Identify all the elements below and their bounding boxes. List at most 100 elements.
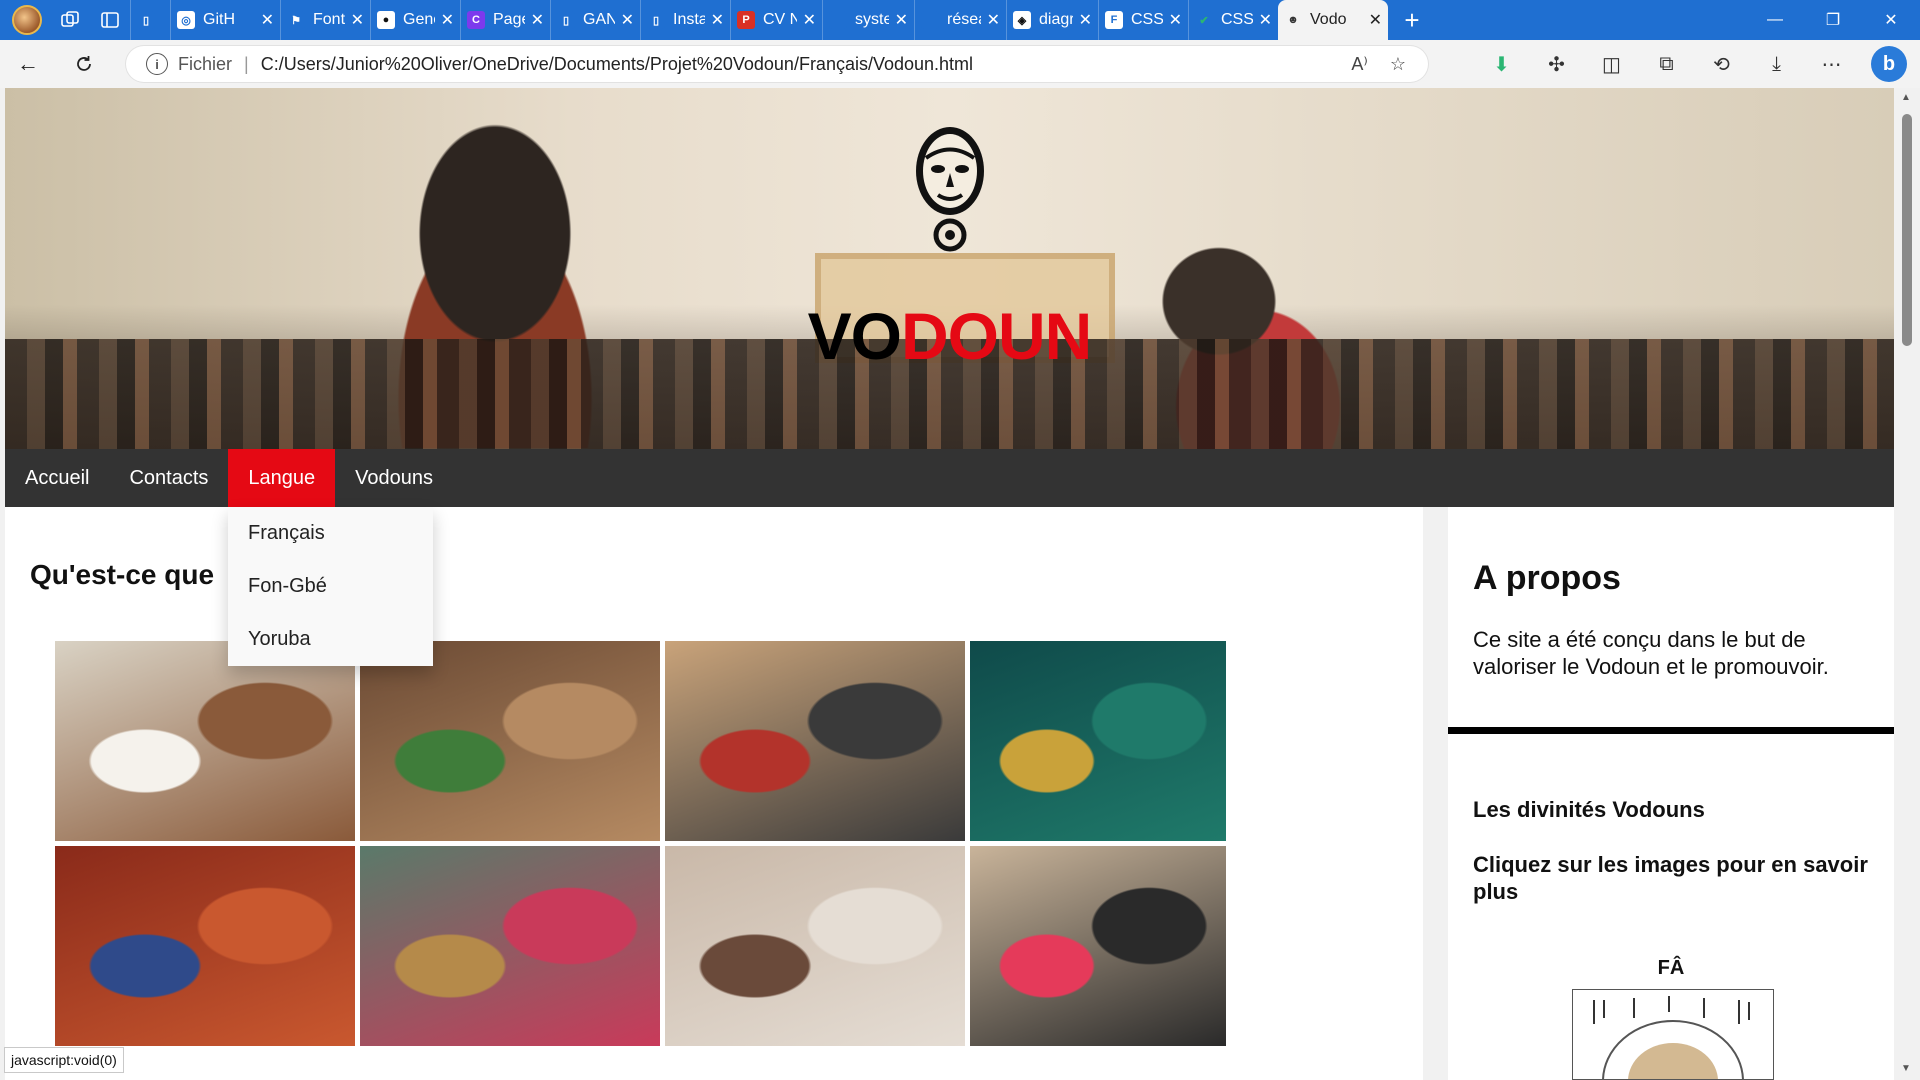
click-images-heading: Cliquez sur les images pour en savoir pl… [1473,852,1868,904]
site-title-part1: VO [807,299,902,373]
photo-dancers-white[interactable] [55,641,355,841]
mask-logo-icon [916,127,984,252]
language-option[interactable]: Français [228,507,433,560]
close-tab-icon[interactable]: ✕ [525,10,544,30]
close-tab-icon[interactable]: ✕ [1163,10,1182,30]
browser-tab[interactable]: P CV N✕ [730,0,822,40]
favorite-star-icon[interactable]: ☆ [1390,54,1406,75]
nav-item-vodouns[interactable]: Vodouns [335,449,453,507]
extensions-icon[interactable]: ✣ [1529,40,1584,88]
workspaces-icon[interactable] [50,0,90,40]
main-navigation: Accueil Contacts Langue Vodouns [5,449,1894,507]
browser-tab[interactable]: ● Gene✕ [370,0,460,40]
scroll-down-icon[interactable]: ▼ [1901,1063,1911,1074]
photo-mami-wata[interactable] [970,641,1226,841]
browser-tab[interactable]: ▯ GAN ✕ [550,0,640,40]
tab-pinned-page[interactable]: ▯ [130,0,170,40]
status-bar: javascript:void(0) [4,1047,124,1073]
browser-tab[interactable]: F CSS ✕ [1098,0,1188,40]
fa-diagram-image[interactable] [1572,989,1774,1080]
site-title: VODOUN [5,298,1894,374]
sidebar-divider [1448,727,1894,734]
close-tab-icon[interactable]: ✕ [797,10,816,30]
url-text[interactable]: C:/Users/Junior%20Oliver/OneDrive/Docume… [261,54,973,75]
photo-festival-dancer[interactable] [665,641,965,841]
language-option[interactable]: Fon-Gbé [228,560,433,613]
browser-tab[interactable]: ☻ Vodo ✕ [1278,0,1388,40]
copilot-icon[interactable]: b [1871,46,1907,82]
browser-tab[interactable]: ✔ CSS ✕ [1188,0,1278,40]
nav-item-langue[interactable]: Langue [228,449,336,507]
close-tab-icon[interactable]: ✕ [1073,10,1092,30]
restore-icon[interactable]: ❐ [1804,0,1862,40]
tab-title: Vodo [1310,11,1347,28]
about-title: A propos [1473,559,1621,597]
close-tab-icon[interactable]: ✕ [981,10,1000,30]
close-tab-icon[interactable]: ✕ [889,10,908,30]
page-scrollbar[interactable]: ▲ ▼ [1894,88,1920,1080]
url-field[interactable]: i Fichier | C:/Users/Junior%20Oliver/One… [126,46,1428,82]
close-window-icon[interactable]: ✕ [1862,0,1920,40]
browser-tab[interactable]: ◈ diagr ✕ [1006,0,1098,40]
browser-tab[interactable]: ⚑ Font ✕ [280,0,370,40]
tab-strip: ▯ ◎GitH✕⚑Font✕●Gene✕CPage✕▯GAN✕▯Insta✕PC… [0,0,1920,40]
document-icon: ▯ [647,11,665,29]
close-tab-icon[interactable]: ✕ [1363,10,1382,30]
sidebar-about: A propos Ce site a été conçu dans le but… [1448,507,1894,1080]
profile-avatar[interactable] [12,5,42,35]
browser-tab[interactable]: ◎ GitH ✕ [170,0,280,40]
refresh-button[interactable] [56,40,112,88]
split-screen-icon[interactable]: ◫ [1584,40,1639,88]
download-extension-icon[interactable]: ⬇ [1474,40,1529,88]
photo-egungun-dance[interactable] [970,846,1226,1046]
close-tab-icon[interactable]: ✕ [435,10,454,30]
page-viewport: VODOUN Accueil Contacts Langue Vodouns Qu'e… [0,88,1920,1080]
new-tab-button[interactable]: + [1388,0,1436,40]
web-page: VODOUN Accueil Contacts Langue Vodouns Qu'e… [5,88,1894,1080]
photo-altar-serpent[interactable] [665,846,965,1046]
browser-tab[interactable]: résea✕ [914,0,1006,40]
flag-icon: ⚑ [287,11,305,29]
photo-shrine-woman[interactable] [360,641,660,841]
scroll-up-icon[interactable]: ▲ [1901,92,1911,103]
close-tab-icon[interactable]: ✕ [705,10,724,30]
browser-tab[interactable]: C Page✕ [460,0,550,40]
tab-title: diagr [1039,11,1073,28]
close-tab-icon[interactable]: ✕ [345,10,364,30]
browser-tab[interactable]: syste✕ [822,0,914,40]
close-tab-icon[interactable]: ✕ [615,10,634,30]
nav-item-accueil[interactable]: Accueil [5,449,109,507]
tab-title: GitH [203,11,235,28]
nav-item-contacts[interactable]: Contacts [109,449,228,507]
photo-egungun-masks[interactable] [55,846,355,1046]
tab-title: Gene [403,11,435,28]
site-title-part2: DOUN [901,299,1092,373]
tab-title: résea [947,11,981,28]
close-tab-icon[interactable]: ✕ [1253,10,1272,30]
address-bar-row: ← i Fichier | C:/Users/Junior%20Oliver/O… [0,40,1920,88]
browser-tab[interactable]: ▯ Insta ✕ [640,0,730,40]
back-button[interactable]: ← [0,40,56,88]
read-aloud-icon[interactable]: A⁾ [1351,54,1367,75]
info-icon[interactable]: i [146,53,168,75]
downloads-icon[interactable]: ⤓ [1749,40,1804,88]
minimize-icon[interactable]: — [1746,0,1804,40]
tab-actions-icon[interactable] [90,0,130,40]
scroll-thumb[interactable] [1902,114,1912,346]
toolbar-icons: ⬇ ✣ ◫ ⧉ ⟲ ⤓ ⋯ b [1474,40,1907,88]
language-option[interactable]: Yoruba [228,613,433,666]
collections-icon[interactable]: ⧉ [1639,40,1694,88]
more-options-icon[interactable]: ⋯ [1804,40,1859,88]
main-heading: Qu'est-ce que [30,559,215,590]
tab-title: Font [313,11,345,28]
url-separator: | [244,53,249,74]
tab-title: GAN [583,11,615,28]
url-scheme-label: Fichier [178,53,233,74]
pdf-icon: P [737,11,755,29]
photo-zangbeto-costumes[interactable] [360,846,660,1046]
close-tab-icon[interactable]: ✕ [255,10,274,30]
page-icon [921,11,939,29]
tab-title: Insta [673,11,705,28]
history-icon[interactable]: ⟲ [1694,40,1749,88]
tab-title: CSS [1131,11,1163,28]
